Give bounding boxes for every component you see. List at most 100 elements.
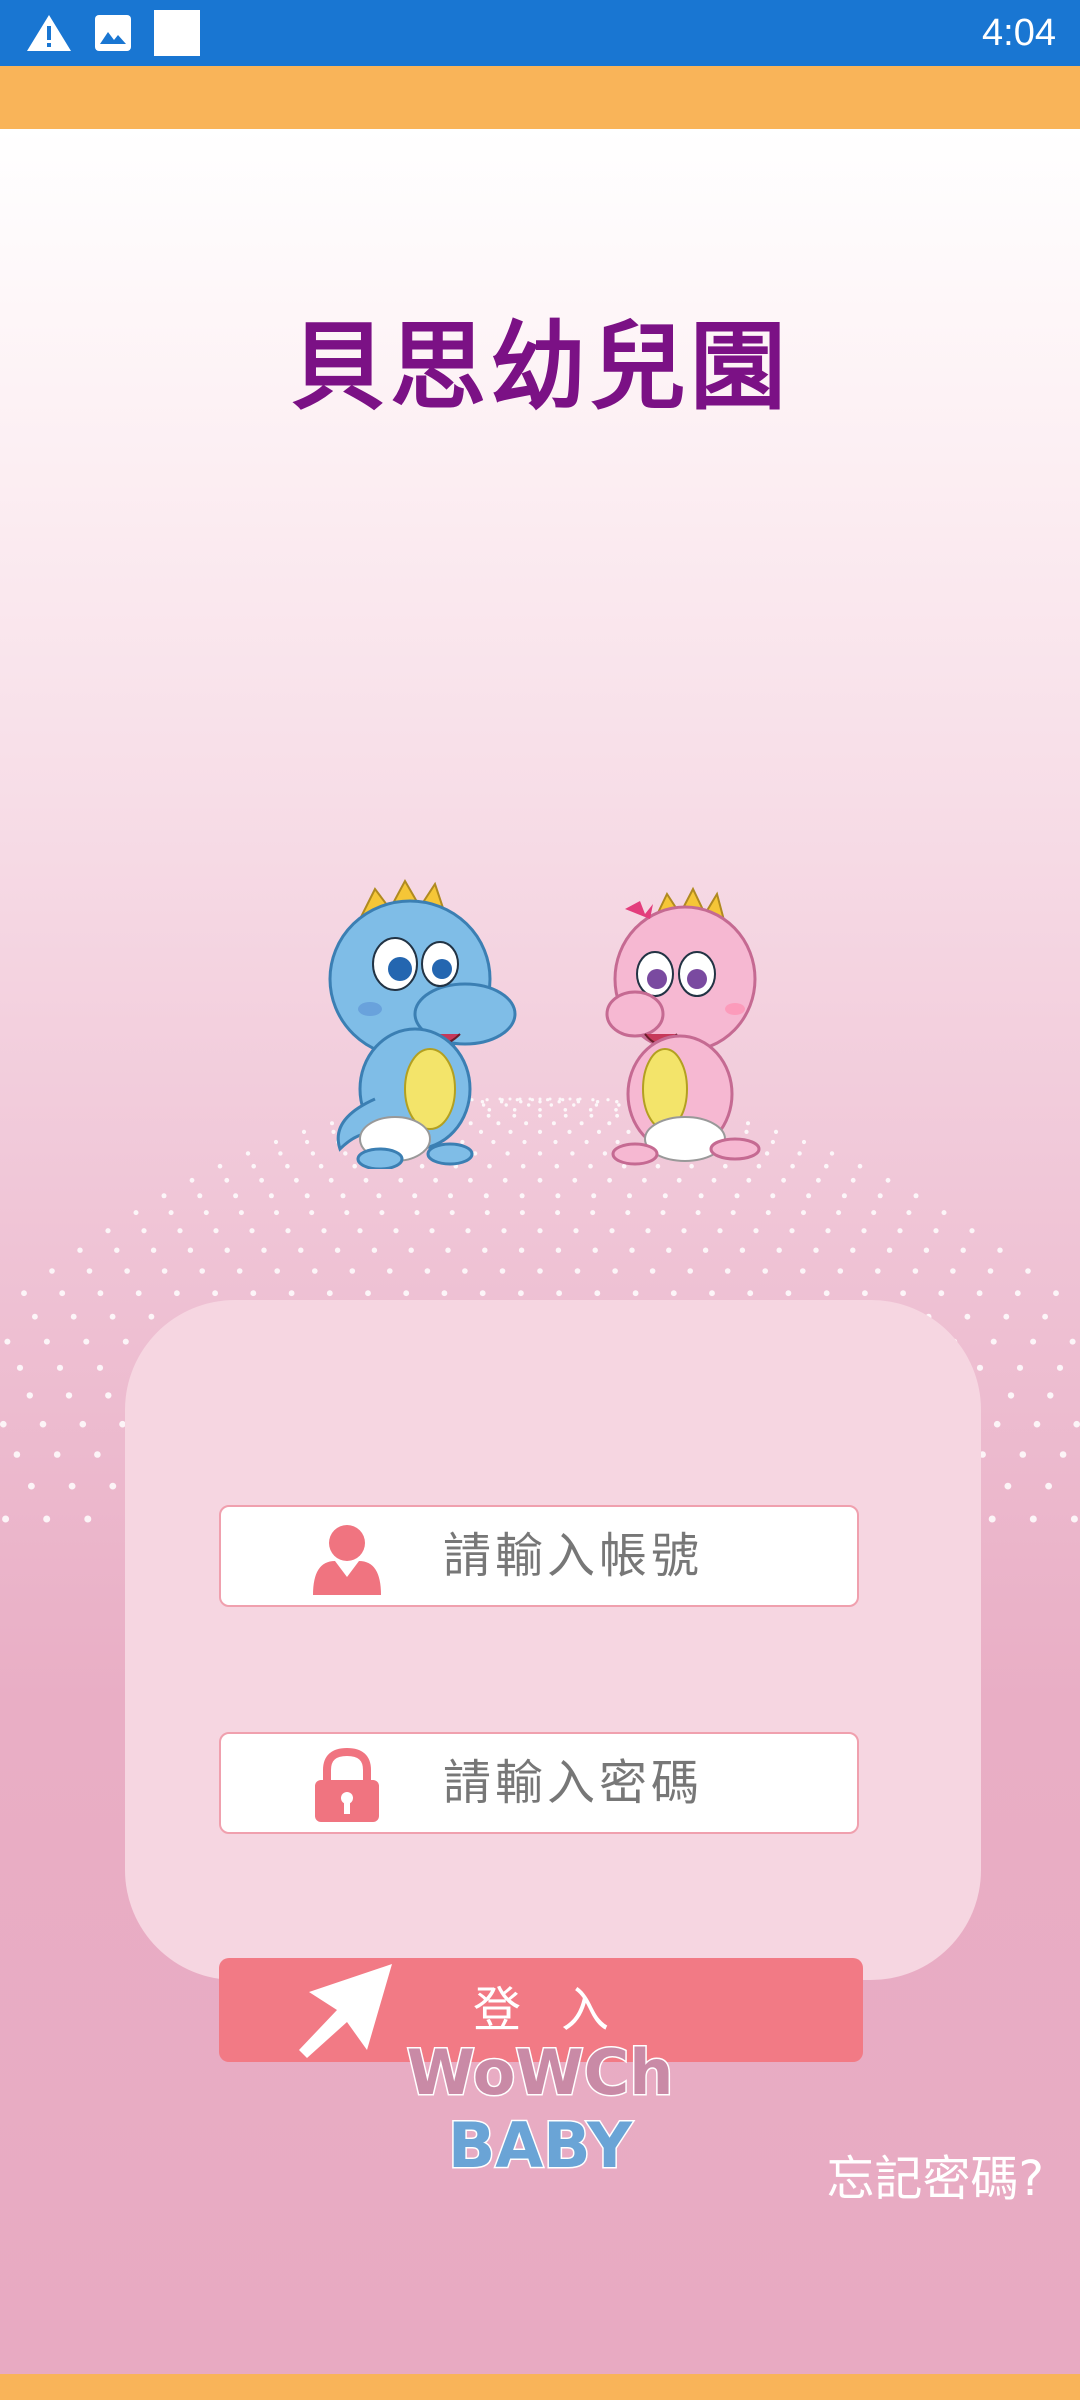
decor-dot [789, 1228, 795, 1234]
decor-dot [801, 1139, 807, 1145]
decor-dot [629, 1247, 635, 1253]
decor-dot [26, 1392, 33, 1399]
decor-dot [871, 1210, 877, 1216]
decor-dot [670, 1290, 677, 1297]
decor-dot [1042, 1313, 1048, 1320]
decor-dot [666, 1247, 672, 1253]
lock-icon [315, 1748, 379, 1822]
decor-dot [1053, 1290, 1059, 1297]
decor-dot [537, 1228, 543, 1234]
decor-dot [482, 1247, 488, 1253]
decor-dot [304, 1193, 310, 1199]
blank-square-icon [154, 10, 200, 56]
decor-dot [28, 1482, 35, 1490]
decor-dot [310, 1151, 316, 1156]
decor-dot [572, 1103, 576, 1107]
decor-dot [1030, 1338, 1037, 1345]
decor-dot [829, 1151, 835, 1156]
decor-dot [56, 1364, 64, 1371]
decor-dot [238, 1210, 244, 1216]
decor-dot [189, 1177, 195, 1183]
decor-dot [739, 1247, 746, 1253]
decor-dot [83, 1338, 90, 1345]
decor-dot [625, 1210, 631, 1216]
decor-dot [551, 1121, 556, 1126]
decor-dot [676, 1177, 682, 1183]
decor-dot [576, 1100, 581, 1104]
decor-dot [570, 1151, 575, 1156]
decor-dot [177, 1228, 183, 1234]
decor-dot [441, 1290, 448, 1297]
decor-dot [816, 1177, 821, 1183]
decor-dot [801, 1210, 806, 1216]
password-input[interactable]: 請輸入密碼 [219, 1732, 859, 1834]
decor-dot [68, 1482, 76, 1490]
decor-dot [321, 1228, 327, 1234]
decor-dot [294, 1177, 299, 1183]
decor-dot [65, 1392, 73, 1399]
decor-dot [305, 1139, 310, 1145]
account-input[interactable]: 請輸入帳號 [219, 1505, 859, 1607]
decor-dot [0, 1420, 7, 1428]
decor-dot [762, 1268, 768, 1274]
decor-dot [555, 1193, 561, 1199]
status-bar: 4:04 [0, 0, 1080, 66]
bottom-accent-bar [0, 2374, 1080, 2400]
decor-dot [479, 1290, 486, 1297]
decor-dot [203, 1210, 209, 1216]
decor-dot [161, 1193, 167, 1199]
decor-dot [563, 1113, 568, 1118]
decor-dot [1016, 1364, 1024, 1371]
decor-dot [687, 1268, 693, 1274]
decor-dot [349, 1268, 356, 1274]
decor-dot [781, 1177, 786, 1183]
decor-dot [1025, 1268, 1031, 1274]
account-placeholder: 請輸入帳號 [443, 1528, 704, 1584]
decor-dot [84, 1515, 92, 1523]
decor-dot [1007, 1392, 1015, 1399]
decor-dot [298, 1247, 304, 1253]
decor-dot [124, 1268, 130, 1274]
decor-dot [645, 1228, 651, 1234]
decor-dot [563, 1108, 568, 1112]
decor-dot [776, 1247, 782, 1253]
decor-dot [976, 1364, 984, 1371]
decor-dot [1069, 1338, 1076, 1345]
decor-dot [886, 1247, 893, 1253]
decor-dot [765, 1210, 771, 1216]
decor-dot [976, 1290, 983, 1297]
decor-dot [1045, 1482, 1052, 1490]
decor-dot [698, 1193, 704, 1199]
decor-dot [133, 1210, 139, 1216]
decor-dot [592, 1247, 598, 1253]
decor-dot [197, 1193, 203, 1199]
decor-dot [161, 1268, 168, 1274]
decor-dot [988, 1515, 996, 1523]
decor-dot [465, 1228, 471, 1234]
decor-dot [773, 1129, 779, 1134]
decor-dot [522, 1139, 527, 1145]
decor-dot [520, 1163, 526, 1169]
decor-dot [824, 1163, 829, 1169]
decor-dot [2, 1515, 10, 1523]
decor-dot [537, 1177, 543, 1183]
decor-dot [334, 1247, 341, 1253]
decor-dot [877, 1193, 883, 1199]
page-title: 貝思幼兒園 [290, 311, 790, 423]
decor-dot [997, 1247, 1003, 1253]
decor-dot [468, 1177, 473, 1183]
decor-dot [555, 1247, 562, 1253]
forgot-password-link[interactable]: 忘記密碼? [827, 2139, 1044, 2209]
decor-dot [259, 1177, 264, 1183]
decor-dot [711, 1177, 717, 1183]
decor-dot [538, 1100, 542, 1104]
decor-dot [933, 1228, 939, 1234]
decor-dot [301, 1129, 307, 1134]
decor-dot [555, 1210, 561, 1216]
decor-dot [278, 1151, 283, 1156]
decor-dot [251, 1163, 256, 1169]
decor-dot [32, 1313, 38, 1320]
decor-dot [245, 1151, 251, 1156]
decor-dot [746, 1177, 752, 1183]
decor-dot [96, 1364, 104, 1371]
